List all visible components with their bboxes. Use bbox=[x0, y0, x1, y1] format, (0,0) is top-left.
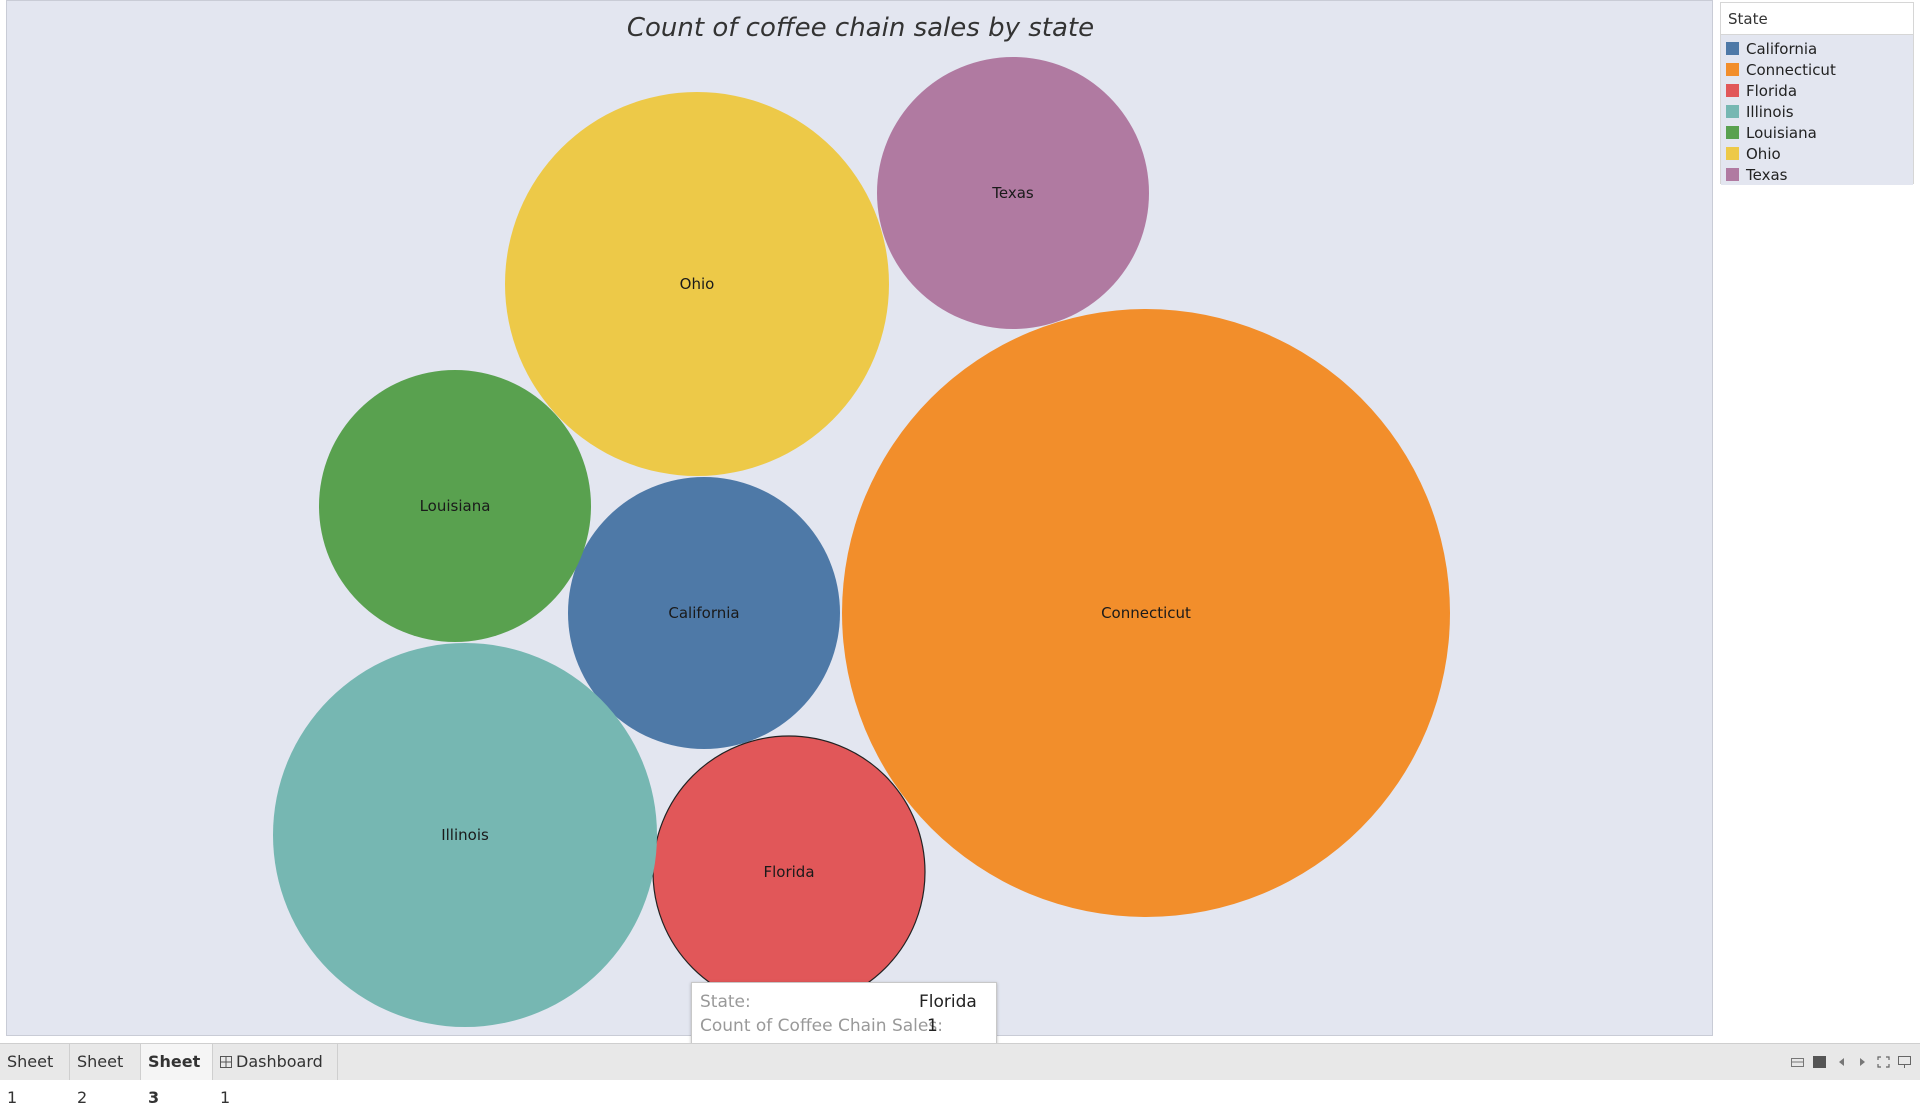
view-cards-icon[interactable] bbox=[1791, 1056, 1804, 1068]
tab-sheet-2[interactable]: Sheet 2 bbox=[70, 1044, 141, 1107]
legend: State California Connecticut Florida Illino… bbox=[1720, 2, 1914, 185]
bubble-label-florida: Florida bbox=[763, 863, 814, 881]
bubble-label-ohio: Ohio bbox=[680, 275, 715, 293]
tooltip-count-label: Count of Coffee Chain Sales: bbox=[700, 1016, 943, 1036]
legend-label: Connecticut bbox=[1746, 60, 1836, 79]
tab-sheet-3[interactable]: Sheet 3 bbox=[141, 1044, 213, 1107]
bubble-label-illinois: Illinois bbox=[441, 826, 489, 844]
bubble-label-texas: Texas bbox=[991, 184, 1034, 202]
tooltip-count-value: 1 bbox=[927, 1016, 938, 1036]
chart-view: Count of coffee chain sales by state Cal… bbox=[6, 0, 1713, 1036]
legend-title: State bbox=[1721, 3, 1913, 35]
dashboard-grid-icon bbox=[220, 1056, 232, 1068]
legend-label: Texas bbox=[1746, 165, 1788, 184]
tab-dashboard-1[interactable]: Dashboard 1 bbox=[213, 1044, 338, 1107]
legend-item-louisiana[interactable]: Louisiana bbox=[1721, 122, 1913, 143]
legend-item-illinois[interactable]: Illinois bbox=[1721, 101, 1913, 122]
tooltip: State: Florida Count of Coffee Chain Sal… bbox=[691, 982, 997, 1046]
legend-item-california[interactable]: California bbox=[1721, 38, 1913, 59]
legend-item-connecticut[interactable]: Connecticut bbox=[1721, 59, 1913, 80]
legend-label: Louisiana bbox=[1746, 123, 1817, 142]
legend-swatch bbox=[1726, 126, 1739, 139]
legend-items: California Connecticut Florida Illinois Loui… bbox=[1721, 35, 1913, 185]
legend-label: California bbox=[1746, 39, 1818, 58]
legend-item-florida[interactable]: Florida bbox=[1721, 80, 1913, 101]
presentation-icon[interactable] bbox=[1813, 1056, 1826, 1068]
legend-swatch bbox=[1726, 63, 1739, 76]
legend-swatch bbox=[1726, 105, 1739, 118]
legend-swatch bbox=[1726, 42, 1739, 55]
prev-sheet-icon[interactable] bbox=[1835, 1056, 1848, 1068]
tooltip-count-row: Count of Coffee Chain Sales: 1 bbox=[700, 1016, 943, 1036]
legend-swatch bbox=[1726, 84, 1739, 97]
next-sheet-icon[interactable] bbox=[1856, 1056, 1869, 1068]
tooltip-state-label: State: bbox=[700, 992, 751, 1012]
legend-item-ohio[interactable]: Ohio bbox=[1721, 143, 1913, 164]
legend-swatch bbox=[1726, 147, 1739, 160]
legend-label: Ohio bbox=[1746, 144, 1781, 163]
legend-label: Florida bbox=[1746, 81, 1798, 100]
fullscreen-icon[interactable] bbox=[1877, 1056, 1890, 1068]
bubble-label-louisiana: Louisiana bbox=[420, 497, 491, 515]
tooltip-state-row: State: Florida bbox=[700, 992, 977, 1012]
tooltip-state-value: Florida bbox=[919, 992, 977, 1012]
bubble-chart: California Connecticut Florida Illinois Loui… bbox=[273, 57, 1450, 1027]
legend-label: Illinois bbox=[1746, 102, 1794, 121]
bubble-label-california: California bbox=[668, 604, 739, 622]
legend-item-texas[interactable]: Texas bbox=[1721, 164, 1913, 185]
sheet-tab-bar: Sheet 1 Sheet 2 Sheet 3 Dashboard 1 bbox=[0, 1043, 1920, 1107]
tab-sheet-1[interactable]: Sheet 1 bbox=[0, 1044, 70, 1107]
legend-swatch bbox=[1726, 168, 1739, 181]
present-mode-icon[interactable] bbox=[1898, 1056, 1911, 1068]
bubble-label-connecticut: Connecticut bbox=[1101, 604, 1191, 622]
